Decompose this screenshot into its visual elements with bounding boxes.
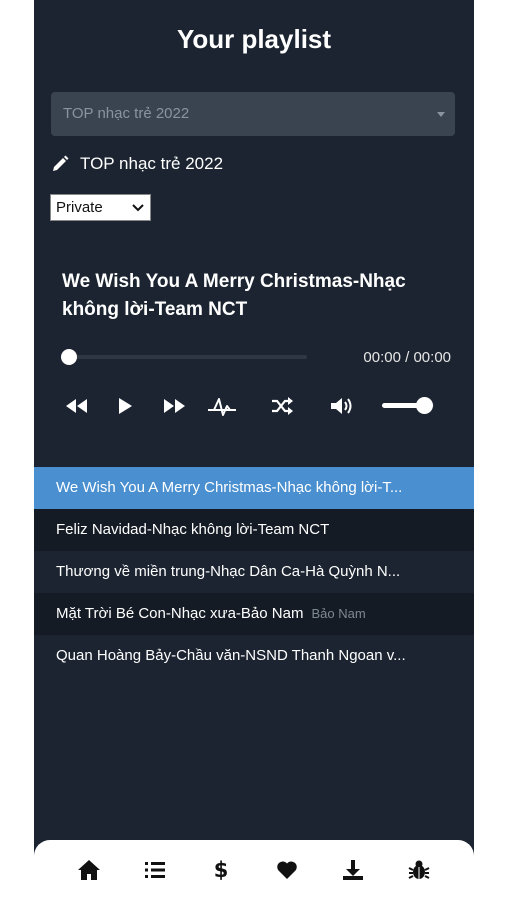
home-icon: [78, 860, 100, 880]
caret-down-icon: [437, 112, 445, 117]
equalizer-icon: [208, 398, 236, 416]
rewind-button[interactable]: [62, 393, 92, 419]
equalizer-button[interactable]: [206, 393, 238, 419]
privacy-value: Private: [56, 199, 103, 216]
track-item[interactable]: Feliz Navidad-Nhạc không lời-Team NCT: [34, 509, 474, 551]
nav-list-button[interactable]: [140, 855, 170, 885]
track-title: Feliz Navidad-Nhạc không lời-Team NCT: [56, 521, 330, 538]
list-icon: [145, 862, 165, 878]
playlist-name-row[interactable]: TOP nhạc trẻ 2022: [50, 152, 223, 176]
heart-icon: [277, 861, 297, 879]
nav-pricing-button[interactable]: $: [206, 855, 236, 885]
now-playing-title: We Wish You A Merry Christmas-Nhạc không…: [62, 271, 406, 320]
track-title: We Wish You A Merry Christmas-Nhạc không…: [56, 479, 403, 496]
bottom-nav: $: [34, 840, 474, 900]
rewind-icon: [66, 399, 87, 413]
pencil-icon[interactable]: [50, 154, 70, 174]
track-artist: Bảo Nam: [311, 606, 366, 621]
time-display: 00:00 / 00:00: [363, 349, 451, 366]
shuffle-icon: [272, 397, 293, 415]
volume-button[interactable]: [328, 393, 358, 419]
play-icon: [119, 398, 132, 414]
playlist-select-value: TOP nhạc trẻ 2022: [63, 105, 190, 122]
page-title: Your playlist: [176, 24, 332, 54]
chevron-down-icon: [132, 204, 144, 212]
nav-favorites-button[interactable]: [272, 855, 302, 885]
nav-home-button[interactable]: [74, 855, 104, 885]
track-item[interactable]: Quan Hoàng Bảy-Chầu văn-NSND Thanh Ngoan…: [34, 635, 474, 677]
track-title: Thương về miền trung-Nhạc Dân Ca-Hà Quỳn…: [56, 563, 401, 580]
shuffle-button[interactable]: [268, 393, 296, 419]
privacy-select[interactable]: Private: [50, 194, 151, 221]
app-container: Your playlist TOP nhạc trẻ 2022 TOP nhạc…: [34, 0, 474, 900]
volume-thumb[interactable]: [415, 397, 433, 414]
progress-bar[interactable]: [69, 355, 307, 359]
track-title: Mặt Trời Bé Con-Nhạc xưa-Bảo Nam: [56, 605, 304, 622]
fast-forward-button[interactable]: [159, 393, 189, 419]
nav-report-bug-button[interactable]: [404, 855, 434, 885]
nav-download-button[interactable]: [338, 855, 368, 885]
fast-forward-icon: [164, 399, 185, 413]
playlist-name: TOP nhạc trẻ 2022: [80, 154, 224, 173]
download-icon: [343, 860, 363, 880]
bug-icon: [408, 860, 430, 879]
dollar-icon: $: [213, 858, 229, 882]
playlist-select[interactable]: TOP nhạc trẻ 2022: [51, 92, 455, 136]
volume-icon: [331, 398, 352, 414]
track-list: We Wish You A Merry Christmas-Nhạc không…: [34, 467, 474, 677]
track-item[interactable]: We Wish You A Merry Christmas-Nhạc không…: [34, 467, 474, 509]
track-item[interactable]: Mặt Trời Bé Con-Nhạc xưa-Bảo Nam Bảo Nam: [34, 593, 474, 635]
track-title: Quan Hoàng Bảy-Chầu văn-NSND Thanh Ngoan…: [56, 647, 406, 664]
play-button[interactable]: [112, 393, 138, 419]
track-item[interactable]: Thương về miền trung-Nhạc Dân Ca-Hà Quỳn…: [34, 551, 474, 593]
progress-thumb[interactable]: [61, 349, 77, 365]
